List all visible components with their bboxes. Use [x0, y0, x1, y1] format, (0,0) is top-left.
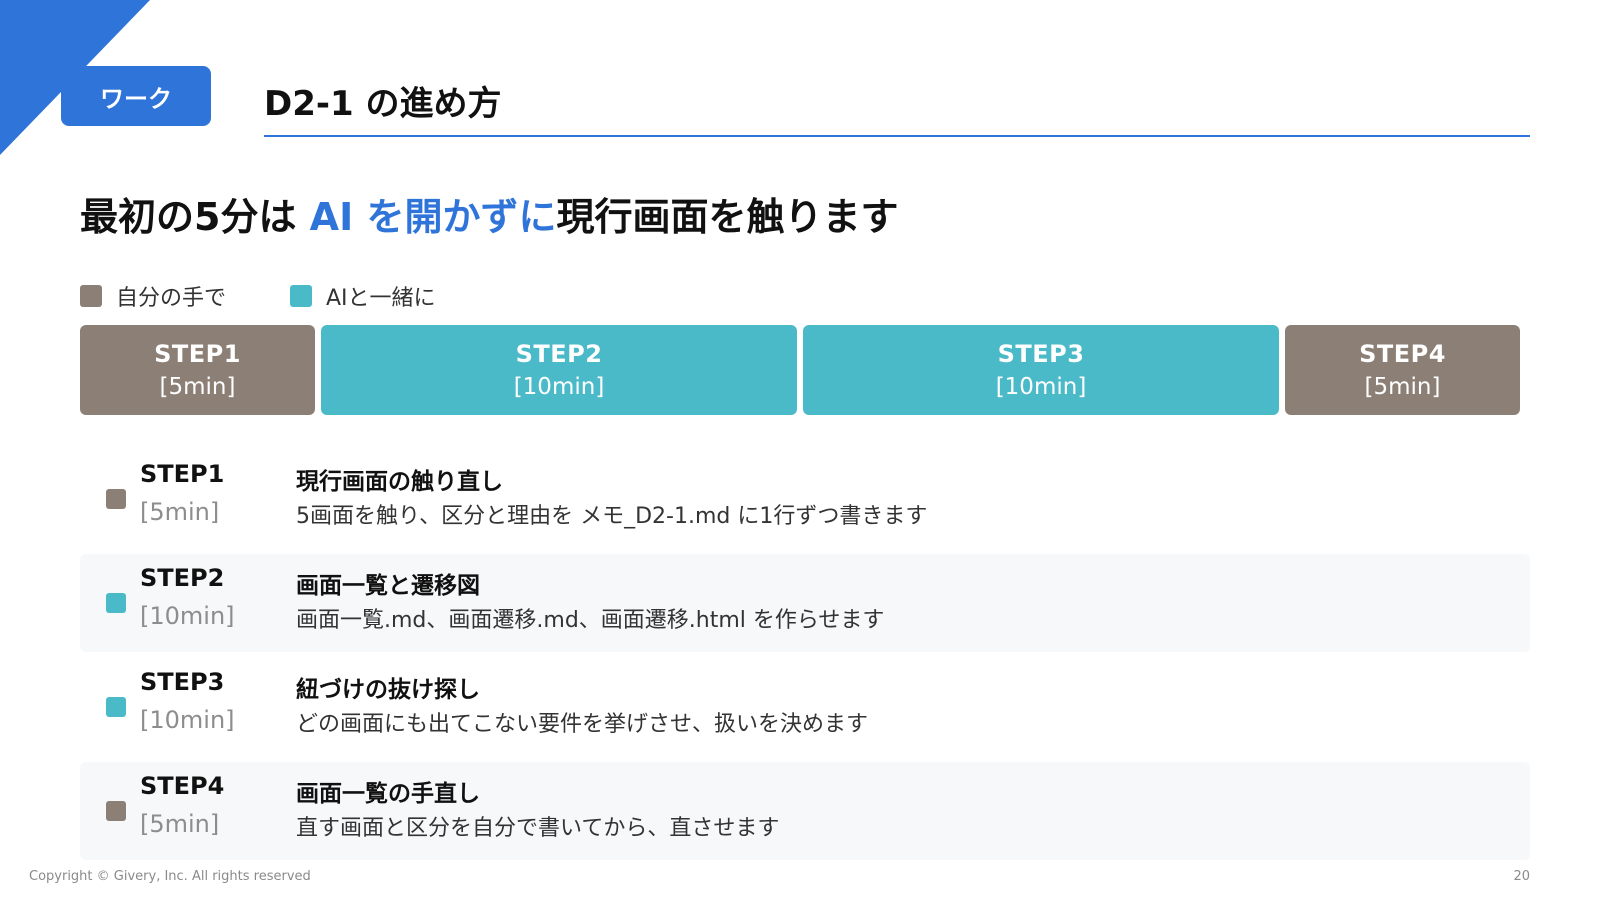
headline-text-after: 現行画面を触ります	[556, 195, 899, 239]
title-underline	[264, 135, 1530, 137]
legend-swatch-ai	[290, 285, 312, 307]
legend-swatch-self	[80, 285, 102, 307]
step-label: STEP1	[140, 460, 225, 488]
timeline-step-name: STEP4	[1359, 340, 1446, 368]
step-duration: [10min]	[140, 706, 235, 734]
page-title: D2-1 の進め方	[264, 84, 502, 124]
step-title: 紐づけの抜け探し	[296, 677, 480, 703]
copyright-notice: Copyright © Givery, Inc. All rights rese…	[29, 869, 311, 884]
timeline-step-duration: [10min]	[995, 374, 1087, 400]
step-description: 画面一覧.md、画面遷移.md、画面遷移.html を作らせます	[296, 608, 885, 633]
step-duration: [10min]	[140, 602, 235, 630]
step-description: 5画面を触り、区分と理由を メモ_D2-1.md に1行ずつ書きます	[296, 504, 928, 529]
timeline-step-duration: [5min]	[159, 374, 236, 400]
step-duration: [5min]	[140, 810, 220, 838]
step-label: STEP2	[140, 564, 225, 592]
step-detail-row-2: STEP2 [10min] 画面一覧と遷移図 画面一覧.md、画面遷移.md、画…	[80, 554, 1530, 652]
step-title: 画面一覧と遷移図	[296, 573, 480, 599]
step-marker-ai	[106, 593, 126, 613]
section-badge: ワーク	[61, 66, 211, 126]
step-label: STEP3	[140, 668, 225, 696]
timeline-step-name: STEP2	[515, 340, 603, 368]
step-marker-ai	[106, 697, 126, 717]
headline: 最初の5分は AI を開かずに現行画面を触ります	[80, 186, 898, 241]
step-description: どの画面にも出てこない要件を挙げさせ、扱いを決めます	[296, 712, 869, 737]
step-detail-row-1: STEP1 [5min] 現行画面の触り直し 5画面を触り、区分と理由を メモ_…	[80, 450, 1530, 548]
step-title: 画面一覧の手直し	[296, 781, 480, 807]
page-number: 20	[1513, 869, 1530, 884]
legend-label-self: 自分の手で	[116, 286, 227, 311]
timeline-step-duration: [10min]	[513, 374, 605, 400]
step-description: 直す画面と区分を自分で書いてから、直させます	[296, 816, 780, 841]
timeline-step-name: STEP3	[997, 340, 1085, 368]
step-timeline: STEP1 [5min] STEP2 [10min] STEP3 [10min]…	[80, 325, 1523, 415]
step-label: STEP4	[140, 772, 225, 800]
step-detail-row-4: STEP4 [5min] 画面一覧の手直し 直す画面と区分を自分で書いてから、直…	[80, 762, 1530, 860]
headline-text-before: 最初の5分は	[80, 195, 310, 239]
timeline-step-3: STEP3 [10min]	[803, 325, 1279, 415]
timeline-step-1: STEP1 [5min]	[80, 325, 315, 415]
timeline-step-name: STEP1	[154, 340, 241, 368]
headline-accent: AI を開かずに	[309, 195, 557, 239]
step-duration: [5min]	[140, 498, 220, 526]
step-marker-self	[106, 801, 126, 821]
timeline-step-2: STEP2 [10min]	[321, 325, 797, 415]
step-marker-self	[106, 489, 126, 509]
timeline-step-4: STEP4 [5min]	[1285, 325, 1520, 415]
step-title: 現行画面の触り直し	[296, 469, 503, 495]
step-detail-row-3: STEP3 [10min] 紐づけの抜け探し どの画面にも出てこない要件を挙げさ…	[80, 658, 1530, 756]
timeline-step-duration: [5min]	[1364, 374, 1441, 400]
legend-item-ai: AIと一緒に	[290, 280, 436, 312]
legend-label-ai: AIと一緒に	[326, 286, 436, 311]
legend-item-self: 自分の手で	[80, 280, 226, 312]
